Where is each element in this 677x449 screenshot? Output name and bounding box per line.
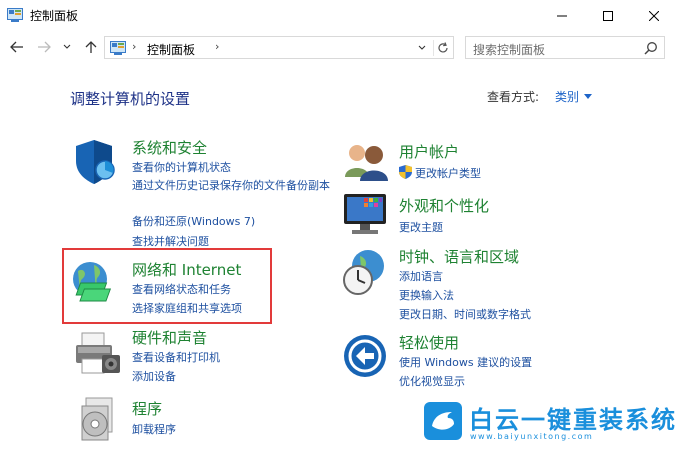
chevron-down-icon	[418, 45, 426, 50]
link-uninstall-program[interactable]: 卸载程序	[132, 421, 176, 437]
category-title-appearance[interactable]: 外观和个性化	[399, 195, 489, 216]
breadcrumb-separator-icon[interactable]: ›	[132, 40, 136, 53]
link-add-device[interactable]: 添加设备	[132, 368, 176, 384]
control-panel-icon	[7, 8, 23, 22]
maximize-icon	[603, 10, 613, 21]
monitor-icon[interactable]	[342, 192, 392, 242]
minimize-icon	[557, 15, 567, 16]
link-change-theme[interactable]: 更改主题	[399, 219, 443, 235]
view-by-select[interactable]: 类别	[555, 88, 579, 105]
category-title-ease-of-access[interactable]: 轻松使用	[399, 332, 459, 353]
category-title-clock-language-region[interactable]: 时钟、语言和区域	[399, 246, 519, 267]
shield-icon[interactable]	[72, 137, 122, 187]
breadcrumb-separator-icon[interactable]: ›	[215, 40, 219, 53]
category-title-system-security[interactable]: 系统和安全	[132, 137, 207, 158]
page-title: 调整计算机的设置	[70, 90, 191, 108]
link-label[interactable]: 更改帐户类型	[415, 167, 481, 180]
watermark-text: 白云一键重装系统	[469, 406, 677, 434]
link-windows-suggested-settings[interactable]: 使用 Windows 建议的设置	[399, 354, 532, 370]
back-arrow-icon	[10, 41, 23, 53]
address-dropdown-button[interactable]	[415, 41, 429, 55]
watermark-url: www.baiyunxitong.com	[470, 432, 594, 441]
title-bar: 控制面板	[0, 0, 677, 31]
link-change-account-type[interactable]: 更改帐户类型	[399, 165, 481, 181]
close-icon	[649, 10, 659, 21]
search-icon[interactable]	[644, 41, 658, 55]
refresh-icon	[437, 42, 448, 53]
back-button[interactable]	[7, 37, 27, 57]
programs-icon[interactable]	[76, 396, 126, 446]
link-optimize-visual-display[interactable]: 优化视觉显示	[399, 373, 465, 389]
link-devices-printers[interactable]: 查看设备和打印机	[132, 349, 220, 365]
bird-logo-icon	[424, 402, 462, 440]
link-backup-restore[interactable]: 备份和还原(Windows 7)	[132, 213, 255, 229]
search-placeholder: 搜索控制面板	[473, 43, 546, 57]
clock-globe-icon[interactable]	[340, 248, 390, 298]
recent-dropdown-button[interactable]	[57, 37, 77, 57]
forward-arrow-icon	[38, 41, 51, 53]
minimize-button[interactable]	[539, 0, 585, 31]
link-change-date-time-format[interactable]: 更改日期、时间或数字格式	[399, 306, 531, 322]
link-change-input-method[interactable]: 更换输入法	[399, 287, 454, 303]
control-panel-icon	[110, 41, 126, 55]
up-arrow-icon	[85, 41, 97, 53]
printer-icon[interactable]	[74, 329, 124, 379]
breadcrumb[interactable]: 控制面板	[147, 41, 195, 58]
window-title: 控制面板	[30, 9, 79, 23]
link-troubleshoot[interactable]: 查找并解决问题	[132, 233, 209, 249]
watermark: 白云一键重装系统 www.baiyunxitong.com	[414, 397, 677, 449]
navigation-bar: › 控制面板 › 搜索控制面板	[0, 31, 677, 63]
chevron-down-icon[interactable]	[584, 94, 592, 99]
category-title-user-accounts[interactable]: 用户帐户	[399, 141, 459, 162]
forward-button[interactable]	[34, 37, 54, 57]
up-button[interactable]	[81, 37, 101, 57]
address-bar[interactable]: › 控制面板 ›	[104, 36, 454, 59]
refresh-button[interactable]	[433, 40, 451, 56]
users-icon[interactable]	[342, 141, 392, 191]
category-title-hardware-sound[interactable]: 硬件和声音	[132, 327, 207, 348]
highlight-box	[62, 248, 272, 324]
view-by-label: 查看方式:	[487, 90, 540, 104]
category-title-programs[interactable]: 程序	[132, 398, 162, 419]
ease-of-access-icon[interactable]	[342, 333, 392, 383]
search-input[interactable]: 搜索控制面板	[465, 36, 665, 59]
link-view-computer-status[interactable]: 查看你的计算机状态	[132, 159, 231, 175]
maximize-button[interactable]	[585, 0, 631, 31]
link-add-language[interactable]: 添加语言	[399, 268, 443, 284]
chevron-down-icon	[63, 44, 71, 49]
close-button[interactable]	[631, 0, 677, 31]
uac-shield-icon	[399, 165, 412, 179]
link-file-history[interactable]: 通过文件历史记录保存你的文件备份副本	[132, 177, 332, 195]
